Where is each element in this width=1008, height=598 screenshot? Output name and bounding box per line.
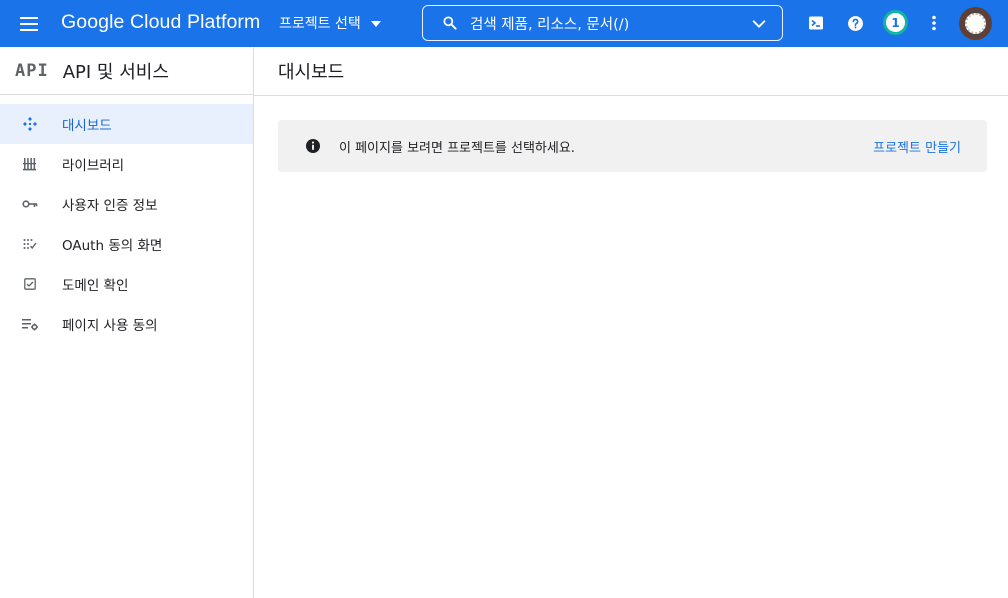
api-logo: API	[15, 60, 49, 81]
help-icon[interactable]	[842, 10, 868, 36]
sidebar-item-page-usage-agreements[interactable]: 페이지 사용 동의	[0, 304, 253, 344]
sidebar-nav: 대시보드 라이브러리 사용자 인증 정보 OAuth 동의 화면 도메인 확인 …	[0, 104, 253, 344]
project-picker-button[interactable]: 프로젝트 선택	[279, 12, 381, 34]
consent-icon	[20, 234, 40, 254]
page-title: 대시보드	[278, 62, 345, 83]
sidebar-header: API API 및 서비스	[0, 47, 253, 95]
sidebar-title: API 및 서비스	[62, 61, 169, 83]
more-vert-icon[interactable]	[921, 10, 947, 36]
sidebar-item-label: 도메인 확인	[62, 278, 129, 294]
info-icon	[306, 139, 320, 153]
sidebar-item-label: 페이지 사용 동의	[62, 318, 158, 334]
main-content: 대시보드 이 페이지를 보려면 프로젝트를 선택하세요. 프로젝트 만들기	[254, 47, 1008, 598]
caret-down-icon	[370, 21, 381, 27]
top-app-bar: Google Cloud Platform 프로젝트 선택 검색 제품, 리소스…	[0, 0, 1008, 47]
search-icon	[443, 16, 457, 30]
create-project-link[interactable]: 프로젝트 만들기	[873, 137, 961, 156]
sidebar-item-oauth-consent[interactable]: OAuth 동의 화면	[0, 224, 253, 264]
cloud-shell-icon[interactable]	[803, 10, 829, 36]
chevron-down-icon[interactable]	[751, 16, 767, 32]
dashboard-icon	[20, 114, 40, 134]
library-icon	[20, 154, 40, 174]
search-label: 검색 제품, 리소스, 문서(/)	[470, 16, 630, 33]
main-header: 대시보드	[254, 47, 1008, 96]
avatar-image	[965, 13, 986, 34]
sidebar-item-label: 대시보드	[62, 118, 112, 134]
sidebar-item-label: 라이브러리	[62, 158, 125, 174]
avatar[interactable]	[959, 7, 992, 40]
sidebar-item-label: 사용자 인증 정보	[62, 198, 158, 214]
menu-icon[interactable]	[11, 6, 47, 42]
checkbox-icon	[20, 274, 40, 294]
select-project-notice: 이 페이지를 보려면 프로젝트를 선택하세요. 프로젝트 만들기	[278, 120, 987, 172]
sidebar-item-domain-verification[interactable]: 도메인 확인	[0, 264, 253, 304]
notification-badge[interactable]: 1	[883, 10, 908, 35]
key-icon	[20, 194, 40, 214]
project-picker-label: 프로젝트 선택	[279, 16, 361, 32]
settings-list-icon	[20, 314, 40, 334]
sidebar-item-label: OAuth 동의 화면	[62, 238, 163, 254]
sidebar-item-library[interactable]: 라이브러리	[0, 144, 253, 184]
sidebar-item-dashboard[interactable]: 대시보드	[0, 104, 253, 144]
sidebar: API API 및 서비스 대시보드 라이브러리 사용자 인증 정보 OAuth…	[0, 47, 254, 598]
sidebar-item-credentials[interactable]: 사용자 인증 정보	[0, 184, 253, 224]
brand-title[interactable]: Google Cloud Platform	[61, 11, 260, 34]
notice-message: 이 페이지를 보려면 프로젝트를 선택하세요.	[339, 140, 575, 156]
search-bar[interactable]: 검색 제품, 리소스, 문서(/)	[422, 5, 783, 41]
